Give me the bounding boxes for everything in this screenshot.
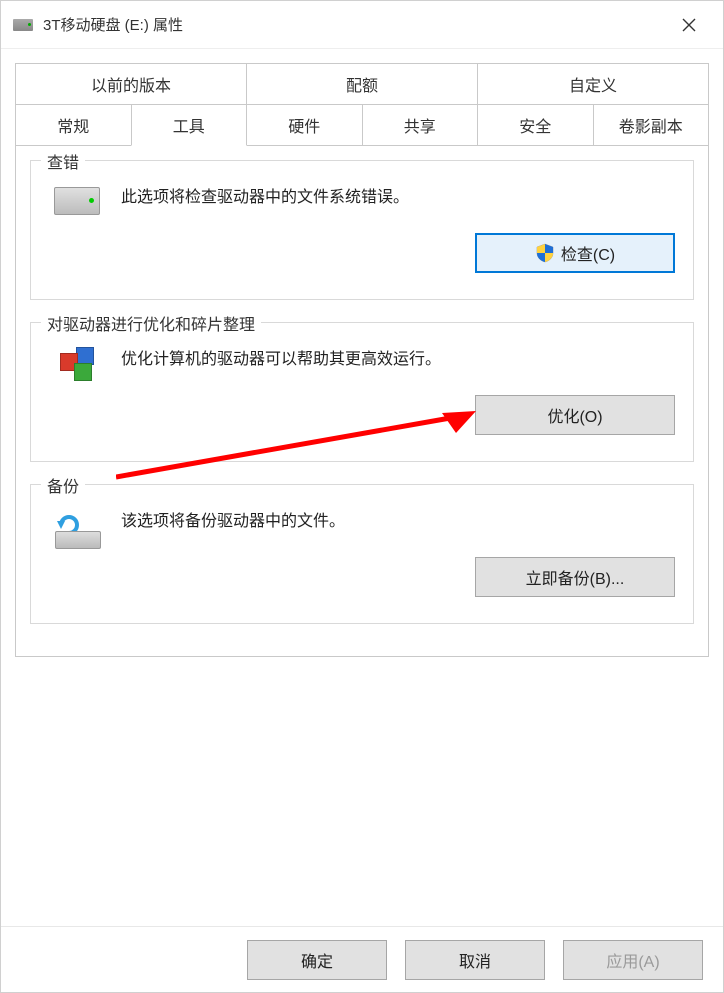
tab-customize[interactable]: 自定义 xyxy=(477,63,709,104)
properties-dialog: 3T移动硬盘 (E:) 属性 以前的版本 配额 自定义 常规 工具 硬件 共享 … xyxy=(0,0,724,993)
backup-button-label: 立即备份(B)... xyxy=(526,565,625,589)
tab-quota[interactable]: 配额 xyxy=(246,63,478,104)
check-button-label: 检查(C) xyxy=(561,241,615,265)
tab-content: 查错 此选项将检查驱动器中的文件系统错误。 xyxy=(15,146,709,657)
apply-button: 应用(A) xyxy=(563,940,703,980)
titlebar: 3T移动硬盘 (E:) 属性 xyxy=(1,1,723,49)
group-error-checking: 查错 此选项将检查驱动器中的文件系统错误。 xyxy=(30,160,694,300)
close-icon xyxy=(682,18,696,32)
hdd-icon xyxy=(54,187,100,215)
ok-button[interactable]: 确定 xyxy=(247,940,387,980)
drive-icon xyxy=(13,19,33,31)
dialog-footer: 确定 取消 应用(A) xyxy=(1,926,723,992)
dialog-body: 以前的版本 配额 自定义 常规 工具 硬件 共享 安全 卷影副本 查错 xyxy=(1,49,723,926)
check-description: 此选项将检查驱动器中的文件系统错误。 xyxy=(121,183,675,207)
group-title-check: 查错 xyxy=(41,149,85,173)
backup-button[interactable]: 立即备份(B)... xyxy=(475,557,675,597)
group-backup: 备份 该选项将备份驱动器中的文件。 立即备份 xyxy=(30,484,694,624)
group-title-optimize: 对驱动器进行优化和碎片整理 xyxy=(41,311,261,335)
tab-security[interactable]: 安全 xyxy=(477,104,594,146)
defrag-icon xyxy=(56,349,98,391)
tab-general[interactable]: 常规 xyxy=(15,104,132,146)
group-optimize: 对驱动器进行优化和碎片整理 优化计算机的驱动器可以帮助其更高效运行。 优化(O xyxy=(30,322,694,462)
tab-sharing[interactable]: 共享 xyxy=(362,104,479,146)
close-button[interactable] xyxy=(667,3,711,47)
optimize-description: 优化计算机的驱动器可以帮助其更高效运行。 xyxy=(121,345,675,369)
optimize-button[interactable]: 优化(O) xyxy=(475,395,675,435)
group-title-backup: 备份 xyxy=(41,473,85,497)
optimize-button-label: 优化(O) xyxy=(547,403,602,427)
tabs: 以前的版本 配额 自定义 常规 工具 硬件 共享 安全 卷影副本 查错 xyxy=(15,63,709,657)
window-title: 3T移动硬盘 (E:) 属性 xyxy=(43,14,667,35)
tab-tools[interactable]: 工具 xyxy=(131,104,248,146)
tab-shadow-copies[interactable]: 卷影副本 xyxy=(593,104,710,146)
backup-description: 该选项将备份驱动器中的文件。 xyxy=(121,507,675,531)
tab-previous-versions[interactable]: 以前的版本 xyxy=(15,63,247,104)
check-button[interactable]: 检查(C) xyxy=(475,233,675,273)
shield-icon xyxy=(535,243,555,263)
backup-icon xyxy=(51,511,103,551)
cancel-button[interactable]: 取消 xyxy=(405,940,545,980)
tab-hardware[interactable]: 硬件 xyxy=(246,104,363,146)
